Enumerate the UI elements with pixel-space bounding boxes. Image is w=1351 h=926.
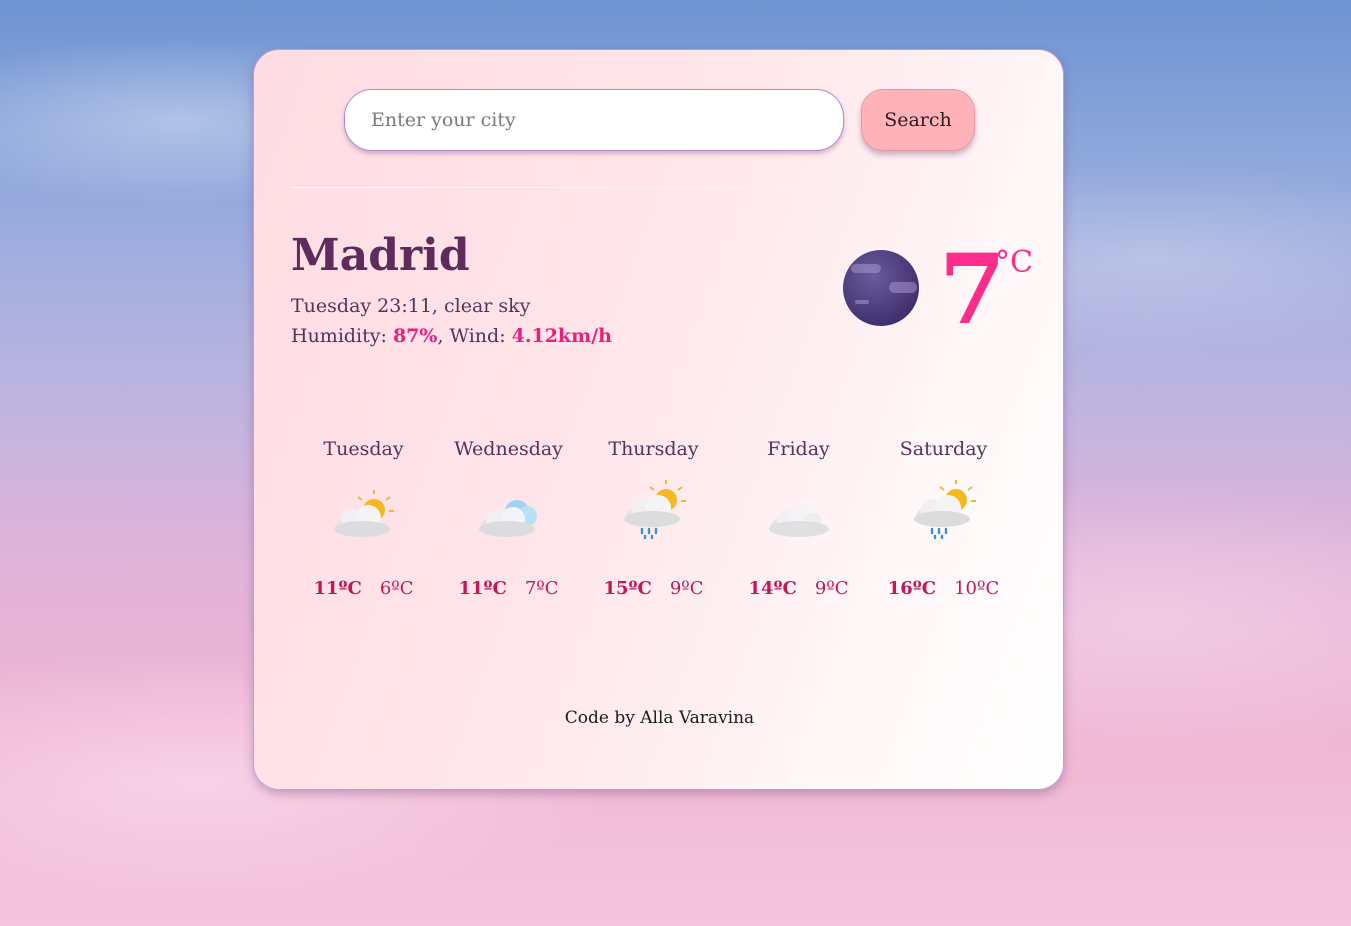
city-search-input[interactable] bbox=[344, 89, 844, 151]
forecast-max-temp: 16ºC bbox=[887, 578, 937, 599]
forecast-day: Friday 14ºC 9ºC bbox=[726, 438, 871, 599]
forecast-day-name: Thursday bbox=[608, 438, 699, 460]
city-name: Madrid bbox=[291, 230, 470, 281]
clear-night-moon-icon bbox=[843, 250, 919, 326]
forecast-day: Wednesday 11ºC 7ºC bbox=[436, 438, 581, 599]
forecast-min-temp: 9ºC bbox=[814, 578, 849, 599]
forecast-min-temp: 6ºC bbox=[379, 578, 414, 599]
forecast-min-temp: 9ºC bbox=[669, 578, 704, 599]
forecast-day-name: Wednesday bbox=[454, 438, 563, 460]
forecast-day-name: Saturday bbox=[899, 438, 988, 460]
forecast-min-temp: 7ºC bbox=[524, 578, 559, 599]
forecast-day-name: Tuesday bbox=[323, 438, 404, 460]
forecast-day-name: Friday bbox=[767, 438, 830, 460]
footer-credit: Code by Alla Varavina bbox=[564, 708, 755, 728]
humidity-wind-line: Humidity: 87%, Wind: 4.12km/h bbox=[291, 321, 612, 351]
forecast-max-temp: 11ºC bbox=[458, 578, 507, 599]
temperature-unit: °C bbox=[995, 245, 1033, 280]
sun-rain-icon bbox=[581, 468, 726, 578]
forecast-list: Tuesday 11ºC 6ºC Wednesday 11ºC 7ºC Thur… bbox=[291, 438, 1031, 599]
weather-card: Search Madrid Tuesday 23:11, clear sky H… bbox=[253, 49, 1064, 790]
overcast-icon bbox=[726, 468, 871, 578]
datetime-description: Tuesday 23:11, clear sky bbox=[291, 295, 531, 317]
current-details: Tuesday 23:11, clear sky Humidity: 87%, … bbox=[291, 291, 612, 351]
humidity-value: 87% bbox=[392, 325, 438, 347]
sun-rain-icon bbox=[871, 468, 1016, 578]
divider bbox=[291, 187, 811, 188]
forecast-day: Thursday 15ºC 9ºC bbox=[581, 438, 726, 599]
forecast-max-temp: 14ºC bbox=[748, 578, 797, 599]
humidity-label: Humidity: bbox=[291, 325, 393, 347]
forecast-max-temp: 15ºC bbox=[603, 578, 652, 599]
search-form: Search bbox=[344, 89, 975, 151]
search-button[interactable]: Search bbox=[861, 89, 975, 151]
wind-value: 4.12km/h bbox=[511, 325, 612, 347]
forecast-day: Saturday 16ºC 10ºC bbox=[871, 438, 1016, 599]
cloudy-icon bbox=[436, 468, 581, 578]
forecast-min-temp: 10ºC bbox=[954, 578, 1000, 599]
partly-cloudy-icon bbox=[291, 468, 436, 578]
forecast-day: Tuesday 11ºC 6ºC bbox=[291, 438, 436, 599]
wind-label: , Wind: bbox=[437, 325, 512, 347]
forecast-max-temp: 11ºC bbox=[313, 578, 362, 599]
